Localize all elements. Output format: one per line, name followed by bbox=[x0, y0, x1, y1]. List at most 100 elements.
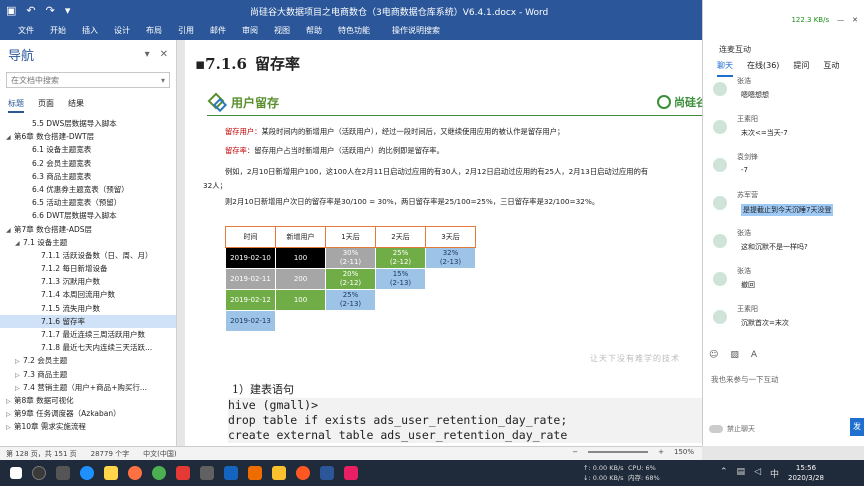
chat-input[interactable]: 我也来参与一下互动 bbox=[711, 374, 779, 385]
ribbon-tab[interactable]: 布局 bbox=[138, 22, 170, 40]
task-view-icon[interactable] bbox=[56, 466, 70, 480]
document-page[interactable]: ▪7.1.6 留存率 用户留存 尚硅谷 留存用户：某段时间内的新增用户（活跃用户）… bbox=[185, 40, 702, 446]
ribbon-tab[interactable]: 引用 bbox=[170, 22, 202, 40]
ribbon-tab[interactable]: 审阅 bbox=[234, 22, 266, 40]
nav-tab[interactable]: 结果 bbox=[68, 98, 84, 113]
expand-toggle-icon[interactable]: ▷ bbox=[15, 382, 23, 394]
nav-heading-item[interactable]: 6.3 商品主题宽表 bbox=[0, 170, 176, 183]
volume-icon[interactable]: ◁ bbox=[754, 467, 761, 480]
emoji-icon[interactable]: ☺ bbox=[709, 350, 718, 360]
nav-heading-item[interactable]: ▷ 第9章 任务调度器（Azkaban） bbox=[0, 407, 176, 420]
nav-heading-item[interactable]: 7.1.7 最近连续三周活跃用户数 bbox=[0, 328, 176, 341]
clock[interactable]: 15:56 2020/3/28 bbox=[788, 463, 824, 483]
nav-close-icon[interactable]: ✕ bbox=[160, 49, 168, 60]
nav-heading-item[interactable]: 6.6 DWT层数据导入脚本 bbox=[0, 209, 176, 222]
language[interactable]: 中文(中国) bbox=[143, 449, 176, 459]
section-subheading: 1）建表语句 bbox=[232, 383, 294, 396]
send-button[interactable]: 发 bbox=[850, 418, 864, 436]
search-dropdown-icon[interactable]: ▾ bbox=[161, 76, 165, 85]
expand-toggle-icon[interactable]: ▷ bbox=[6, 421, 14, 433]
windows-start-icon[interactable] bbox=[10, 467, 22, 479]
customize-icon[interactable]: ▾ bbox=[65, 3, 71, 19]
nav-heading-item[interactable]: ▷ 第8章 数据可视化 bbox=[0, 394, 176, 407]
save-icon[interactable]: ▣ bbox=[6, 3, 16, 19]
zoom-in-icon[interactable]: + bbox=[658, 448, 664, 456]
ribbon-tab[interactable]: 开始 bbox=[42, 22, 74, 40]
redo-icon[interactable]: ↷ bbox=[46, 3, 55, 19]
nav-heading-item[interactable]: ◢ 第6章 数仓搭建-DWT层 bbox=[0, 130, 176, 143]
firefox-icon[interactable] bbox=[128, 466, 142, 480]
ime-indicator[interactable]: 中 bbox=[770, 467, 779, 480]
edge-icon[interactable] bbox=[80, 466, 94, 480]
expand-toggle-icon[interactable]: ▷ bbox=[6, 408, 14, 420]
nav-heading-item[interactable]: ▷ 第10章 需求实施流程 bbox=[0, 420, 176, 433]
ribbon-tab[interactable]: 设计 bbox=[106, 22, 138, 40]
nav-heading-item[interactable]: ◢ 第7章 数仓搭建-ADS层 bbox=[0, 223, 176, 236]
mute-toggle[interactable]: 禁止聊天 bbox=[709, 424, 755, 434]
ribbon-tab[interactable]: 插入 bbox=[74, 22, 106, 40]
ribbon-tab[interactable]: 特色功能 bbox=[330, 22, 378, 40]
nav-heading-item[interactable]: 7.1.6 留存率 bbox=[0, 314, 176, 328]
nav-heading-item[interactable]: 6.4 优惠券主题宽表（预留） bbox=[0, 183, 176, 196]
nav-heading-item[interactable]: 7.1.3 沉默用户数 bbox=[0, 275, 176, 288]
zoom-out-icon[interactable]: − bbox=[572, 448, 578, 456]
nav-heading-item[interactable]: ▷ 7.2 会员主题 bbox=[0, 354, 176, 367]
nav-tab[interactable]: 标题 bbox=[8, 98, 24, 113]
document-area[interactable]: ▪7.1.6 留存率 用户留存 尚硅谷 留存用户：某段时间内的新增用户（活跃用户）… bbox=[177, 40, 702, 446]
nav-heading-item[interactable]: 6.1 设备主题宽表 bbox=[0, 143, 176, 156]
ribbon-tab[interactable]: 邮件 bbox=[202, 22, 234, 40]
chat-tab[interactable]: 提问 bbox=[793, 60, 809, 77]
ribbon-tab[interactable]: 视图 bbox=[266, 22, 298, 40]
nav-heading-item[interactable]: 7.1.2 每日新增设备 bbox=[0, 262, 176, 275]
nav-heading-item[interactable]: 6.2 会员主题宽表 bbox=[0, 157, 176, 170]
nav-heading-item[interactable]: 7.1.8 最近七天内连续三天活跃... bbox=[0, 341, 176, 354]
nav-heading-item[interactable]: ▷ 7.3 商品主题 bbox=[0, 368, 176, 381]
nav-heading-item[interactable]: 6.5 活动主题宽表（预留） bbox=[0, 196, 176, 209]
minimize-icon[interactable]: — bbox=[837, 16, 844, 24]
font-size-icon[interactable]: A bbox=[751, 350, 757, 360]
vm-icon[interactable] bbox=[224, 466, 238, 480]
nav-heading-item[interactable]: 7.1.5 流失用户数 bbox=[0, 302, 176, 315]
word-count[interactable]: 28779 个字 bbox=[91, 449, 130, 459]
tell-me-search[interactable]: 操作说明搜索 bbox=[378, 22, 448, 40]
nav-heading-item[interactable]: 5.5 DWS层数据导入脚本 bbox=[0, 117, 176, 130]
network-icon[interactable]: ▤ bbox=[737, 467, 746, 480]
chat-tab[interactable]: 在线(36) bbox=[747, 60, 779, 77]
zoom-level[interactable]: 150% bbox=[674, 448, 694, 456]
nav-heading-item[interactable]: ▷ 7.4 营销主题（用户+商品+购买行... bbox=[0, 381, 176, 394]
ide-icon[interactable] bbox=[248, 466, 262, 480]
expand-toggle-icon[interactable]: ◢ bbox=[6, 224, 14, 236]
image-icon[interactable]: ▨ bbox=[730, 350, 739, 360]
cortana-icon[interactable] bbox=[32, 466, 46, 480]
chrome-icon[interactable] bbox=[152, 466, 166, 480]
chat-tab[interactable]: 互动 bbox=[823, 60, 839, 77]
retention-cell bbox=[375, 289, 426, 311]
page-count[interactable]: 第 128 页，共 151 页 bbox=[6, 449, 77, 459]
app-icon[interactable] bbox=[176, 466, 190, 480]
zoom-slider[interactable] bbox=[588, 451, 649, 453]
expand-toggle-icon[interactable]: ◢ bbox=[15, 237, 23, 249]
tray-expand-icon[interactable]: ⌃ bbox=[720, 467, 728, 480]
expand-toggle-icon[interactable]: ▷ bbox=[15, 369, 23, 381]
media-icon[interactable] bbox=[344, 466, 358, 480]
nav-tab[interactable]: 页面 bbox=[38, 98, 54, 113]
nav-heading-item[interactable]: 7.1.1 活跃设备数（日、周、月） bbox=[0, 249, 176, 262]
nav-heading-item[interactable]: ◢ 7.1 设备主题 bbox=[0, 236, 176, 249]
editor-icon[interactable] bbox=[272, 466, 286, 480]
expand-toggle-icon[interactable]: ▷ bbox=[15, 355, 23, 367]
nav-heading-item[interactable]: 7.1.4 本周回流用户数 bbox=[0, 288, 176, 301]
retention-cell: 32% (2-13) bbox=[425, 247, 476, 269]
word-icon[interactable] bbox=[320, 466, 334, 480]
close-icon[interactable]: ✕ bbox=[852, 16, 858, 24]
ribbon-tab[interactable]: 帮助 bbox=[298, 22, 330, 40]
expand-toggle-icon[interactable]: ▷ bbox=[6, 395, 14, 407]
chat-tab[interactable]: 聊天 bbox=[717, 60, 733, 77]
player-icon[interactable] bbox=[296, 466, 310, 480]
nav-options-icon[interactable]: ▾ bbox=[145, 49, 150, 60]
nav-search-input[interactable]: 在文档中搜索 ▾ bbox=[6, 72, 170, 88]
expand-toggle-icon[interactable]: ◢ bbox=[6, 131, 14, 143]
ribbon-tab[interactable]: 文件 bbox=[10, 22, 42, 40]
terminal-icon[interactable] bbox=[200, 466, 214, 480]
undo-icon[interactable]: ↶ bbox=[26, 3, 35, 19]
folder-icon[interactable] bbox=[104, 466, 118, 480]
